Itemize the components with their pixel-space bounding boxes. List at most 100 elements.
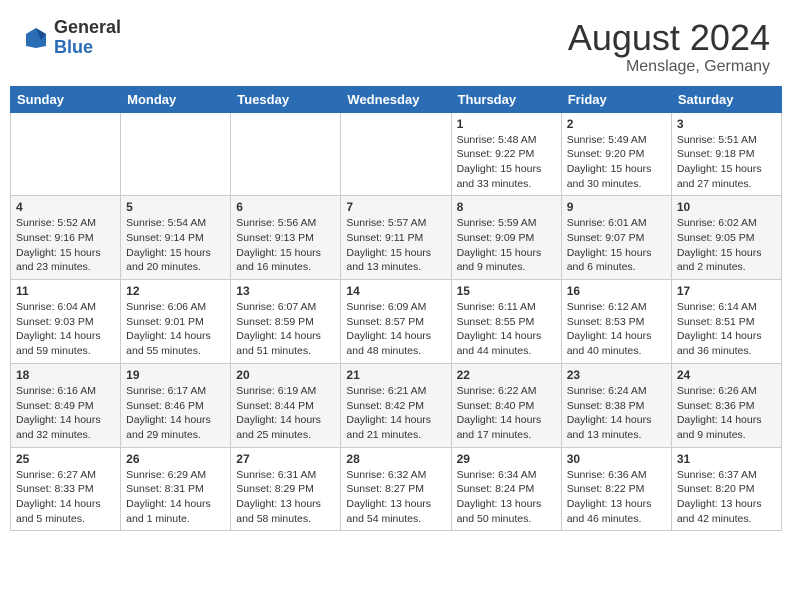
calendar-week-row: 1 Sunrise: 5:48 AMSunset: 9:22 PMDaylight…	[11, 112, 782, 196]
weekday-header-tuesday: Tuesday	[231, 86, 341, 112]
day-number: 6	[236, 200, 335, 214]
calendar-cell: 22 Sunrise: 6:22 AMSunset: 8:40 PMDayligh…	[451, 363, 561, 447]
logo-blue-text: Blue	[54, 38, 121, 58]
day-number: 13	[236, 284, 335, 298]
day-info: Sunrise: 6:16 AMSunset: 8:49 PMDaylight:…	[16, 384, 115, 443]
weekday-header-monday: Monday	[121, 86, 231, 112]
calendar-cell: 17 Sunrise: 6:14 AMSunset: 8:51 PMDayligh…	[671, 280, 781, 364]
calendar-cell: 11 Sunrise: 6:04 AMSunset: 9:03 PMDayligh…	[11, 280, 121, 364]
day-info: Sunrise: 5:54 AMSunset: 9:14 PMDaylight:…	[126, 216, 225, 275]
day-info: Sunrise: 6:01 AMSunset: 9:07 PMDaylight:…	[567, 216, 666, 275]
day-number: 18	[16, 368, 115, 382]
day-info: Sunrise: 5:48 AMSunset: 9:22 PMDaylight:…	[457, 133, 556, 192]
weekday-header-sunday: Sunday	[11, 86, 121, 112]
calendar-table: SundayMondayTuesdayWednesdayThursdayFrid…	[10, 86, 782, 532]
day-number: 28	[346, 452, 445, 466]
day-number: 2	[567, 117, 666, 131]
day-info: Sunrise: 6:36 AMSunset: 8:22 PMDaylight:…	[567, 468, 666, 527]
calendar-cell: 25 Sunrise: 6:27 AMSunset: 8:33 PMDayligh…	[11, 447, 121, 531]
calendar-week-row: 18 Sunrise: 6:16 AMSunset: 8:49 PMDayligh…	[11, 363, 782, 447]
day-number: 25	[16, 452, 115, 466]
calendar-week-row: 25 Sunrise: 6:27 AMSunset: 8:33 PMDayligh…	[11, 447, 782, 531]
calendar-cell: 9 Sunrise: 6:01 AMSunset: 9:07 PMDaylight…	[561, 196, 671, 280]
title-block: August 2024 Menslage, Germany	[568, 18, 770, 76]
logo-text: General Blue	[54, 18, 121, 58]
calendar-cell: 30 Sunrise: 6:36 AMSunset: 8:22 PMDayligh…	[561, 447, 671, 531]
calendar-cell: 13 Sunrise: 6:07 AMSunset: 8:59 PMDayligh…	[231, 280, 341, 364]
day-info: Sunrise: 6:31 AMSunset: 8:29 PMDaylight:…	[236, 468, 335, 527]
day-info: Sunrise: 6:34 AMSunset: 8:24 PMDaylight:…	[457, 468, 556, 527]
day-number: 23	[567, 368, 666, 382]
day-number: 9	[567, 200, 666, 214]
day-info: Sunrise: 6:14 AMSunset: 8:51 PMDaylight:…	[677, 300, 776, 359]
day-info: Sunrise: 6:12 AMSunset: 8:53 PMDaylight:…	[567, 300, 666, 359]
calendar-cell: 10 Sunrise: 6:02 AMSunset: 9:05 PMDayligh…	[671, 196, 781, 280]
day-info: Sunrise: 5:59 AMSunset: 9:09 PMDaylight:…	[457, 216, 556, 275]
day-number: 20	[236, 368, 335, 382]
calendar-cell	[341, 112, 451, 196]
day-info: Sunrise: 6:22 AMSunset: 8:40 PMDaylight:…	[457, 384, 556, 443]
day-info: Sunrise: 6:09 AMSunset: 8:57 PMDaylight:…	[346, 300, 445, 359]
day-info: Sunrise: 6:24 AMSunset: 8:38 PMDaylight:…	[567, 384, 666, 443]
day-info: Sunrise: 6:29 AMSunset: 8:31 PMDaylight:…	[126, 468, 225, 527]
day-number: 11	[16, 284, 115, 298]
calendar-cell: 23 Sunrise: 6:24 AMSunset: 8:38 PMDayligh…	[561, 363, 671, 447]
day-number: 17	[677, 284, 776, 298]
day-number: 4	[16, 200, 115, 214]
calendar-cell: 21Sunrise: 6:21 AMSunset: 8:42 PMDayligh…	[341, 363, 451, 447]
day-info: Sunrise: 5:49 AMSunset: 9:20 PMDaylight:…	[567, 133, 666, 192]
day-info: Sunrise: 6:21 AMSunset: 8:42 PMDaylight:…	[346, 384, 445, 443]
calendar-cell: 20Sunrise: 6:19 AMSunset: 8:44 PMDayligh…	[231, 363, 341, 447]
calendar-cell: 2 Sunrise: 5:49 AMSunset: 9:20 PMDaylight…	[561, 112, 671, 196]
day-info: Sunrise: 6:07 AMSunset: 8:59 PMDaylight:…	[236, 300, 335, 359]
calendar-cell: 1 Sunrise: 5:48 AMSunset: 9:22 PMDaylight…	[451, 112, 561, 196]
day-info: Sunrise: 6:06 AMSunset: 9:01 PMDaylight:…	[126, 300, 225, 359]
day-info: Sunrise: 5:51 AMSunset: 9:18 PMDaylight:…	[677, 133, 776, 192]
weekday-header-wednesday: Wednesday	[341, 86, 451, 112]
day-number: 26	[126, 452, 225, 466]
calendar-cell: 4Sunrise: 5:52 AMSunset: 9:16 PMDaylight…	[11, 196, 121, 280]
calendar-week-row: 11 Sunrise: 6:04 AMSunset: 9:03 PMDayligh…	[11, 280, 782, 364]
day-info: Sunrise: 5:56 AMSunset: 9:13 PMDaylight:…	[236, 216, 335, 275]
day-info: Sunrise: 6:27 AMSunset: 8:33 PMDaylight:…	[16, 468, 115, 527]
day-info: Sunrise: 6:11 AMSunset: 8:55 PMDaylight:…	[457, 300, 556, 359]
day-number: 24	[677, 368, 776, 382]
calendar-cell	[11, 112, 121, 196]
day-number: 5	[126, 200, 225, 214]
calendar-cell: 3 Sunrise: 5:51 AMSunset: 9:18 PMDaylight…	[671, 112, 781, 196]
day-number: 15	[457, 284, 556, 298]
day-number: 7	[346, 200, 445, 214]
month-year-title: August 2024	[568, 18, 770, 58]
calendar-cell: 15 Sunrise: 6:11 AMSunset: 8:55 PMDayligh…	[451, 280, 561, 364]
day-number: 30	[567, 452, 666, 466]
day-number: 1	[457, 117, 556, 131]
day-info: Sunrise: 6:04 AMSunset: 9:03 PMDaylight:…	[16, 300, 115, 359]
day-number: 22	[457, 368, 556, 382]
calendar-cell: 8 Sunrise: 5:59 AMSunset: 9:09 PMDaylight…	[451, 196, 561, 280]
calendar-cell: 27 Sunrise: 6:31 AMSunset: 8:29 PMDayligh…	[231, 447, 341, 531]
day-number: 14	[346, 284, 445, 298]
day-number: 3	[677, 117, 776, 131]
day-number: 19	[126, 368, 225, 382]
calendar-cell: 6 Sunrise: 5:56 AMSunset: 9:13 PMDaylight…	[231, 196, 341, 280]
calendar-cell: 26 Sunrise: 6:29 AMSunset: 8:31 PMDayligh…	[121, 447, 231, 531]
calendar-week-row: 4Sunrise: 5:52 AMSunset: 9:16 PMDaylight…	[11, 196, 782, 280]
calendar-cell: 12Sunrise: 6:06 AMSunset: 9:01 PMDayligh…	[121, 280, 231, 364]
day-info: Sunrise: 5:57 AMSunset: 9:11 PMDaylight:…	[346, 216, 445, 275]
calendar-cell: 14 Sunrise: 6:09 AMSunset: 8:57 PMDayligh…	[341, 280, 451, 364]
day-number: 27	[236, 452, 335, 466]
day-info: Sunrise: 6:37 AMSunset: 8:20 PMDaylight:…	[677, 468, 776, 527]
calendar-cell: 19Sunrise: 6:17 AMSunset: 8:46 PMDayligh…	[121, 363, 231, 447]
day-number: 8	[457, 200, 556, 214]
logo-icon	[22, 24, 50, 52]
calendar-cell: 24Sunrise: 6:26 AMSunset: 8:36 PMDayligh…	[671, 363, 781, 447]
calendar-cell: 29Sunrise: 6:34 AMSunset: 8:24 PMDayligh…	[451, 447, 561, 531]
day-info: Sunrise: 6:32 AMSunset: 8:27 PMDaylight:…	[346, 468, 445, 527]
day-number: 10	[677, 200, 776, 214]
day-info: Sunrise: 6:02 AMSunset: 9:05 PMDaylight:…	[677, 216, 776, 275]
day-number: 16	[567, 284, 666, 298]
day-number: 31	[677, 452, 776, 466]
calendar-cell: 31 Sunrise: 6:37 AMSunset: 8:20 PMDayligh…	[671, 447, 781, 531]
calendar-cell: 16 Sunrise: 6:12 AMSunset: 8:53 PMDayligh…	[561, 280, 671, 364]
calendar-cell: 18 Sunrise: 6:16 AMSunset: 8:49 PMDayligh…	[11, 363, 121, 447]
